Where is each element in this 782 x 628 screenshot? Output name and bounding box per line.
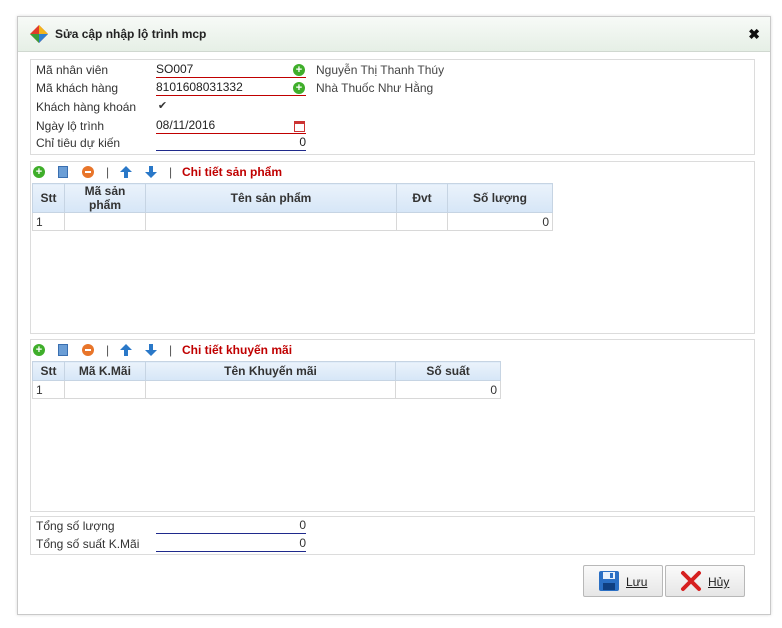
save-button-label: Lưu [626, 575, 648, 589]
app-logo-icon [30, 25, 48, 43]
target-field[interactable]: 0 [156, 135, 306, 151]
edit-row-icon[interactable] [58, 166, 68, 178]
employee-add-icon[interactable]: + [293, 64, 305, 76]
add-row-icon[interactable]: + [33, 166, 45, 178]
cell-quantity[interactable]: 0 [447, 212, 553, 231]
table-row[interactable]: 1 0 [32, 380, 501, 399]
total-promo-value: 0 [156, 536, 306, 552]
products-section-title: Chi tiết sản phẩm [182, 165, 283, 179]
cell-stt: 1 [32, 380, 65, 399]
contract-customer-checkbox[interactable]: ✔ [157, 101, 168, 112]
dialog-title: Sửa cập nhập lộ trình mcp [55, 27, 207, 41]
toolbar-separator: | [106, 165, 110, 179]
move-down-icon[interactable] [145, 344, 157, 356]
add-row-icon[interactable]: + [33, 344, 45, 356]
total-quantity-value: 0 [156, 518, 306, 534]
cell-product-code[interactable] [64, 212, 146, 231]
route-date-label: Ngày lộ trình [36, 119, 105, 133]
cell-product-name[interactable] [145, 212, 397, 231]
toolbar-separator: | [169, 165, 173, 179]
save-icon [599, 571, 619, 591]
promotions-table: Stt Mã K.Mãi Tên Khuyến mãi Số suất 1 0 [32, 361, 501, 399]
employee-label: Mã nhân viên [36, 63, 109, 77]
customer-label: Mã khách hàng [36, 81, 119, 95]
col-promo-qty[interactable]: Số suất [395, 361, 501, 381]
toolbar-separator: | [169, 343, 173, 357]
employee-name: Nguyễn Thị Thanh Thúy [316, 63, 445, 77]
toolbar-separator: | [106, 343, 110, 357]
col-unit[interactable]: Đvt [396, 183, 448, 213]
products-toolbar: + | | Chi tiết sản phẩm [31, 162, 754, 182]
cancel-button[interactable]: Hủy [665, 565, 745, 597]
customer-name: Nhà Thuốc Như Hằng [316, 81, 434, 95]
customer-code-field[interactable]: 8101608031332 [156, 80, 306, 96]
remove-row-icon[interactable] [82, 166, 94, 178]
save-button[interactable]: Lưu [583, 565, 663, 597]
move-up-icon[interactable] [120, 344, 132, 356]
total-quantity-label: Tổng số lượng [36, 519, 115, 533]
products-panel: + | | Chi tiết sản phẩm Stt Mã sản phẩm … [30, 161, 755, 334]
edit-row-icon[interactable] [58, 344, 68, 356]
total-promo-label: Tổng số suất K.Mãi [36, 537, 140, 551]
cell-promo-name[interactable] [144, 380, 397, 399]
col-product-code[interactable]: Mã sản phẩm [64, 183, 146, 213]
table-row[interactable]: 1 0 [32, 212, 553, 231]
customer-add-icon[interactable]: + [293, 82, 305, 94]
totals-panel: Tổng số lượng 0 Tổng số suất K.Mãi 0 [30, 516, 755, 555]
calendar-icon[interactable] [294, 121, 305, 132]
close-icon[interactable]: ✖ [748, 26, 760, 42]
move-down-icon[interactable] [145, 166, 157, 178]
promotions-section-title: Chi tiết khuyến mãi [182, 343, 293, 357]
products-table: Stt Mã sản phẩm Tên sản phẩm Đvt Số lượn… [32, 183, 553, 231]
cancel-x-icon [681, 571, 701, 591]
col-promo-code[interactable]: Mã K.Mãi [63, 361, 146, 381]
target-label: Chỉ tiêu dự kiến [36, 136, 121, 150]
employee-code-field[interactable]: SO007 [156, 62, 306, 78]
move-up-icon[interactable] [120, 166, 132, 178]
col-product-name[interactable]: Tên sản phẩm [145, 183, 397, 213]
promotions-panel: + | | Chi tiết khuyến mãi Stt Mã K.Mãi T… [30, 339, 755, 512]
col-promo-name[interactable]: Tên Khuyến mãi [144, 361, 397, 381]
col-stt[interactable]: Stt [32, 183, 65, 213]
cancel-button-label: Hủy [708, 575, 730, 589]
route-date-field[interactable]: 08/11/2016 [156, 118, 306, 134]
remove-row-icon[interactable] [82, 344, 94, 356]
col-stt[interactable]: Stt [32, 361, 65, 381]
dialog-titlebar: Sửa cập nhập lộ trình mcp ✖ [18, 17, 770, 52]
cell-unit[interactable] [396, 212, 448, 231]
cell-stt: 1 [32, 212, 65, 231]
header-form: Mã nhân viên SO007 + Nguyễn Thị Thanh Th… [30, 59, 755, 155]
cell-promo-code[interactable] [63, 380, 146, 399]
contract-customer-label: Khách hàng khoán [36, 100, 137, 114]
cell-promo-qty[interactable]: 0 [395, 380, 501, 399]
dialog-window: Sửa cập nhập lộ trình mcp ✖ Mã nhân viên… [17, 16, 771, 615]
promotions-toolbar: + | | Chi tiết khuyến mãi [31, 340, 754, 360]
col-quantity[interactable]: Số lượng [447, 183, 553, 213]
